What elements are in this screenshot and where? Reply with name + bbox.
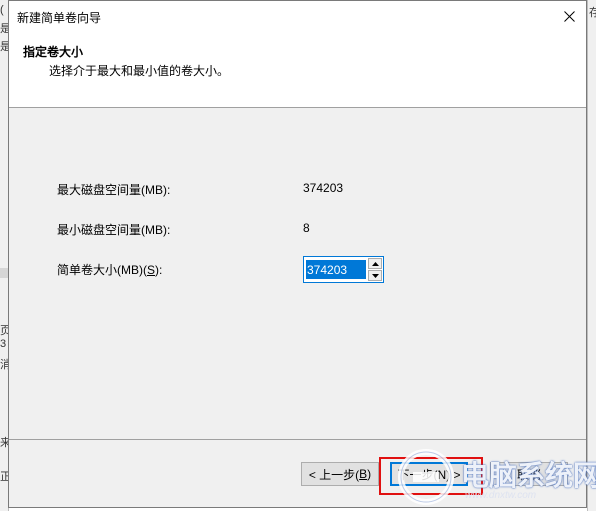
page-title: 指定卷大小	[23, 45, 84, 59]
min-space-label: 最小磁盘空间量(MB):	[57, 223, 171, 237]
arrow-up-icon	[371, 261, 379, 266]
wizard-header: 指定卷大小 选择介于最大和最小值的卷大小。	[9, 31, 586, 108]
max-space-label: 最大磁盘空间量(MB):	[57, 183, 171, 197]
arrow-down-icon	[371, 273, 379, 278]
window-title: 新建简单卷向导	[17, 11, 102, 25]
spin-up-button[interactable]	[368, 258, 382, 269]
volume-size-spinner[interactable]	[303, 256, 384, 283]
close-button[interactable]	[552, 1, 586, 31]
min-space-value: 8	[303, 221, 310, 235]
background-window-right: 存	[587, 0, 596, 511]
bg-fragment: (	[0, 4, 4, 16]
title-bar: 新建简单卷向导	[9, 1, 586, 31]
volume-size-input[interactable]	[306, 260, 366, 279]
cancel-button[interactable]: 取消	[490, 462, 568, 486]
volume-size-label: 简单卷大小(MB)(S):	[57, 263, 163, 277]
max-space-value: 374203	[303, 181, 344, 195]
spin-down-button[interactable]	[368, 270, 382, 281]
bg-fragment: 存	[589, 4, 596, 20]
footer-divider	[9, 439, 586, 440]
bg-fragment: 3	[0, 338, 7, 350]
bg-scroll-bar	[0, 268, 8, 278]
close-icon	[563, 10, 575, 22]
page-subtitle: 选择介于最大和最小值的卷大小。	[49, 64, 230, 78]
back-button[interactable]: < 上一步(B)	[301, 462, 379, 486]
new-simple-volume-wizard: 新建简单卷向导 指定卷大小 选择介于最大和最小值的卷大小。 最大磁盘空间量(MB…	[8, 0, 587, 508]
next-button-highlight	[379, 457, 483, 495]
